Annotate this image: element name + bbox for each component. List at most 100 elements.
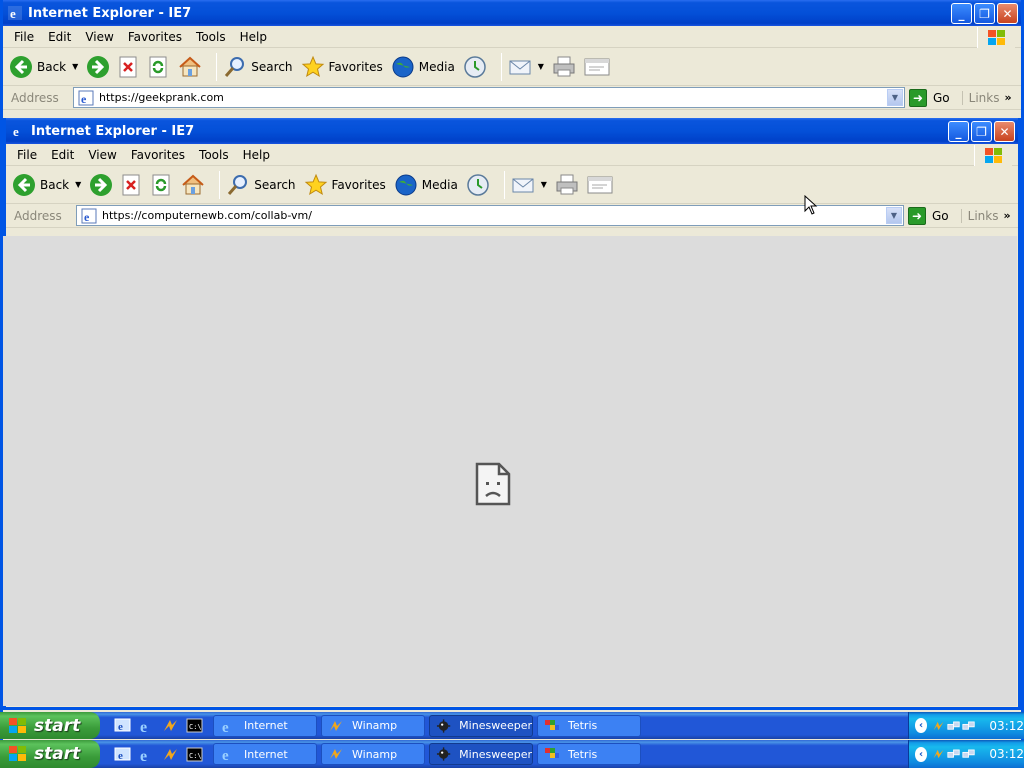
address-input[interactable]: e https://geekprank.com ▼ xyxy=(73,87,905,108)
task-tetris[interactable]: Tetris xyxy=(537,743,641,765)
mail-dropdown-icon[interactable]: ▼ xyxy=(538,62,544,71)
quick-launch: e e C:\ xyxy=(114,746,203,763)
search-button[interactable]: Search xyxy=(226,169,296,201)
address-dropdown-icon[interactable]: ▼ xyxy=(886,207,902,224)
edit-button[interactable] xyxy=(584,51,610,83)
links-label[interactable]: Links xyxy=(960,208,998,223)
menu-view[interactable]: View xyxy=(81,148,123,162)
inner-title-bar[interactable]: e Internet Explorer - IE7 _ ❐ ✕ xyxy=(6,118,1018,144)
task-winamp[interactable]: Winamp xyxy=(321,714,425,737)
go-button[interactable]: ➜ Go xyxy=(908,206,949,225)
forward-button[interactable] xyxy=(89,169,113,201)
clock[interactable]: 03:12 xyxy=(989,719,1024,733)
menu-edit[interactable]: Edit xyxy=(41,30,78,44)
ie-quicklaunch-icon[interactable]: e xyxy=(138,717,155,734)
media-globe-icon xyxy=(395,174,417,195)
history-button[interactable] xyxy=(463,51,487,83)
menu-file[interactable]: File xyxy=(7,30,41,44)
home-button[interactable] xyxy=(178,51,202,83)
print-button[interactable] xyxy=(552,51,576,83)
minimize-button[interactable]: _ xyxy=(951,3,972,24)
winamp-tray-icon[interactable] xyxy=(932,718,945,734)
menu-tools[interactable]: Tools xyxy=(189,30,233,44)
maximize-button[interactable]: ❐ xyxy=(974,3,995,24)
ie-quicklaunch-icon[interactable]: e xyxy=(138,746,155,763)
network-icon[interactable] xyxy=(962,718,976,734)
svg-text:e: e xyxy=(13,124,19,139)
mail-dropdown-icon[interactable]: ▼ xyxy=(541,180,547,189)
outer-title-bar[interactable]: e Internet Explorer - IE7 _ ❐ ✕ xyxy=(3,0,1021,26)
task-internet[interactable]: e Internet xyxy=(213,714,317,737)
go-button[interactable]: ➜ Go xyxy=(909,88,950,107)
menu-help[interactable]: Help xyxy=(236,148,277,162)
cmd-quicklaunch-icon[interactable]: C:\ xyxy=(186,717,203,734)
task-minesweeper[interactable]: Minesweeper xyxy=(429,714,533,737)
back-dropdown-icon[interactable]: ▼ xyxy=(72,62,78,71)
show-desktop-icon[interactable]: e xyxy=(114,746,131,763)
system-tray: ‹ 03:12 xyxy=(908,740,1024,768)
refresh-button[interactable] xyxy=(148,51,170,83)
menu-edit[interactable]: Edit xyxy=(44,148,81,162)
winamp-quicklaunch-icon[interactable] xyxy=(162,746,179,763)
favorites-button[interactable]: Favorites xyxy=(304,169,386,201)
clock[interactable]: 03:12 xyxy=(989,747,1024,761)
stop-icon xyxy=(119,56,137,77)
svg-text:e: e xyxy=(140,748,147,763)
refresh-button[interactable] xyxy=(151,169,173,201)
task-winamp[interactable]: Winamp xyxy=(321,743,425,765)
network-icon[interactable] xyxy=(947,746,960,762)
winamp-quicklaunch-icon[interactable] xyxy=(162,717,179,734)
menu-tools[interactable]: Tools xyxy=(192,148,236,162)
task-internet[interactable]: e Internet xyxy=(213,743,317,765)
forward-button[interactable] xyxy=(86,51,110,83)
show-desktop-icon[interactable]: e xyxy=(114,717,131,734)
network-icon[interactable] xyxy=(947,718,960,734)
close-button[interactable]: ✕ xyxy=(997,3,1018,24)
task-minesweeper[interactable]: Minesweeper xyxy=(429,743,533,765)
mail-button[interactable]: ▼ xyxy=(511,169,547,201)
ie-logo-icon: e xyxy=(222,748,229,762)
back-arrow-icon xyxy=(10,55,32,78)
print-button[interactable] xyxy=(555,169,579,201)
start-button[interactable]: start xyxy=(0,740,100,768)
tray-expand-icon[interactable]: ‹ xyxy=(915,746,928,762)
close-button[interactable]: ✕ xyxy=(994,121,1015,142)
links-chevron-icon[interactable]: » xyxy=(1003,209,1010,222)
address-url: https://computernewb.com/collab-vm/ xyxy=(102,209,312,222)
home-button[interactable] xyxy=(181,169,205,201)
stop-button[interactable] xyxy=(121,169,143,201)
edit-button[interactable] xyxy=(587,169,613,201)
back-button[interactable]: Back ▼ xyxy=(9,51,78,83)
links-label[interactable]: Links xyxy=(961,90,999,105)
media-button[interactable]: Media xyxy=(394,169,458,201)
task-tetris[interactable]: Tetris xyxy=(537,714,641,737)
tetris-icon xyxy=(545,719,559,730)
back-dropdown-icon[interactable]: ▼ xyxy=(75,180,81,189)
menu-favorites[interactable]: Favorites xyxy=(124,148,192,162)
favorites-button[interactable]: Favorites xyxy=(301,51,383,83)
mail-button[interactable]: ▼ xyxy=(508,51,544,83)
maximize-button[interactable]: ❐ xyxy=(971,121,992,142)
inner-menu-bar: File Edit View Favorites Tools Help xyxy=(6,144,1018,166)
stop-button[interactable] xyxy=(118,51,140,83)
address-dropdown-icon[interactable]: ▼ xyxy=(887,89,903,106)
search-button[interactable]: Search xyxy=(223,51,293,83)
svg-text:C:\: C:\ xyxy=(189,752,202,760)
links-chevron-icon[interactable]: » xyxy=(1004,91,1011,104)
history-clock-icon xyxy=(464,55,486,78)
network-icon[interactable] xyxy=(962,746,976,762)
menu-favorites[interactable]: Favorites xyxy=(121,30,189,44)
history-button[interactable] xyxy=(466,169,490,201)
inner-toolbar: Back ▼ Search Favorites Media ▼ xyxy=(6,166,1018,204)
start-button[interactable]: start xyxy=(0,712,100,739)
menu-file[interactable]: File xyxy=(10,148,44,162)
back-button[interactable]: Back ▼ xyxy=(12,169,81,201)
minimize-button[interactable]: _ xyxy=(948,121,969,142)
tray-expand-icon[interactable]: ‹ xyxy=(915,718,928,733)
menu-view[interactable]: View xyxy=(78,30,120,44)
winamp-tray-icon[interactable] xyxy=(932,746,945,762)
address-input[interactable]: e https://computernewb.com/collab-vm/ ▼ xyxy=(76,205,904,226)
media-button[interactable]: Media xyxy=(391,51,455,83)
menu-help[interactable]: Help xyxy=(233,30,274,44)
cmd-quicklaunch-icon[interactable]: C:\ xyxy=(186,746,203,763)
